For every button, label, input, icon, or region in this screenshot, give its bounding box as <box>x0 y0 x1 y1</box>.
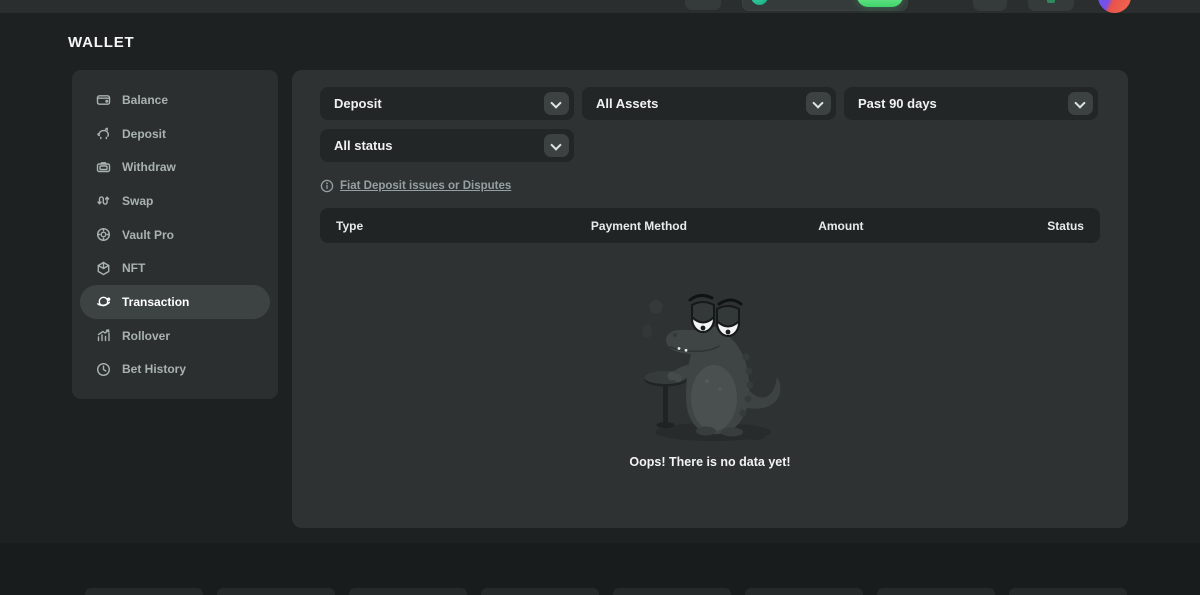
sidebar-item-label: Balance <box>122 93 168 107</box>
top-bar <box>0 0 1200 13</box>
transaction-type-select[interactable]: Deposit <box>320 87 574 120</box>
empty-state-message: Oops! There is no data yet! <box>629 455 790 469</box>
column-header-status: Status <box>919 219 1084 233</box>
footer-placeholder <box>85 588 203 595</box>
footer-placeholder <box>745 588 863 595</box>
column-header-type: Type <box>336 219 516 233</box>
sidebar-item-vault-pro[interactable]: Vault Pro <box>80 218 270 252</box>
sidebar-item-label: Vault Pro <box>122 228 174 242</box>
chevron-down-icon[interactable] <box>1068 92 1093 115</box>
cash-box-icon <box>96 160 111 175</box>
sidebar-item-label: Transaction <box>122 295 189 309</box>
vault-icon <box>96 227 111 242</box>
sidebar-item-swap[interactable]: Swap <box>80 184 270 218</box>
bar-chart-icon <box>96 328 111 343</box>
sidebar-item-balance[interactable]: Balance <box>80 83 270 117</box>
date-range-value: Past 90 days <box>858 96 937 111</box>
balance-display-pill[interactable] <box>742 0 908 11</box>
sidebar-item-nft[interactable]: NFT <box>80 251 270 285</box>
coin-icon <box>751 0 768 5</box>
topbar-bonus-button[interactable] <box>1028 0 1074 11</box>
sidebar-item-rollover[interactable]: Rollover <box>80 319 270 353</box>
footer-placeholder <box>481 588 599 595</box>
wallet-sidebar: Balance Deposit Withdraw Swap Vault Pro … <box>72 70 278 399</box>
empty-state: Oops! There is no data yet! <box>320 243 1100 469</box>
clock-icon <box>96 362 111 377</box>
sidebar-item-label: Deposit <box>122 127 166 141</box>
topbar-grid-button[interactable] <box>973 0 1007 11</box>
footer-placeholder <box>217 588 335 595</box>
footer-placeholder-row <box>85 588 1127 595</box>
grid-icon <box>982 0 998 2</box>
deposit-pill-button[interactable] <box>857 0 903 7</box>
bonus-icon <box>1047 0 1055 3</box>
nft-cube-icon <box>96 261 111 276</box>
wallet-icon <box>96 92 111 107</box>
swap-arrows-icon <box>96 193 111 208</box>
sidebar-item-label: NFT <box>122 261 145 275</box>
footer-placeholder <box>1009 588 1127 595</box>
sidebar-item-label: Rollover <box>122 329 170 343</box>
fiat-dispute-row: Fiat Deposit issues or Disputes <box>320 179 1100 193</box>
sidebar-item-label: Withdraw <box>122 160 176 174</box>
footer-placeholder <box>877 588 995 595</box>
chevron-down-icon[interactable] <box>544 134 569 157</box>
sidebar-item-label: Bet History <box>122 362 186 376</box>
info-icon <box>320 179 334 193</box>
footer-placeholder <box>613 588 731 595</box>
transaction-panel: Deposit All Assets Past 90 days All stat… <box>292 70 1128 528</box>
column-header-payment-method: Payment Method <box>516 219 763 233</box>
avatar[interactable] <box>1098 0 1131 13</box>
chevron-down-icon[interactable] <box>544 92 569 115</box>
footer <box>0 543 1200 595</box>
topbar-plus-button[interactable] <box>685 0 721 10</box>
coin-transaction-icon <box>96 294 111 309</box>
status-value: All status <box>334 138 393 153</box>
sidebar-item-deposit[interactable]: Deposit <box>80 117 270 151</box>
sidebar-item-withdraw[interactable]: Withdraw <box>80 150 270 184</box>
sad-crocodile-illustration <box>623 285 798 443</box>
asset-select[interactable]: All Assets <box>582 87 836 120</box>
transaction-type-value: Deposit <box>334 96 382 111</box>
sidebar-item-bet-history[interactable]: Bet History <box>80 352 270 386</box>
asset-value: All Assets <box>596 96 658 111</box>
sidebar-item-label: Swap <box>122 194 153 208</box>
page-title: WALLET <box>68 34 134 51</box>
column-header-amount: Amount <box>762 219 919 233</box>
piggy-bank-icon <box>96 126 111 141</box>
fiat-dispute-link[interactable]: Fiat Deposit issues or Disputes <box>340 180 511 192</box>
status-select[interactable]: All status <box>320 129 574 162</box>
chevron-down-icon[interactable] <box>806 92 831 115</box>
sidebar-item-transaction[interactable]: Transaction <box>80 285 270 319</box>
date-range-select[interactable]: Past 90 days <box>844 87 1098 120</box>
transactions-table-header: Type Payment Method Amount Status <box>320 208 1100 243</box>
footer-placeholder <box>349 588 467 595</box>
